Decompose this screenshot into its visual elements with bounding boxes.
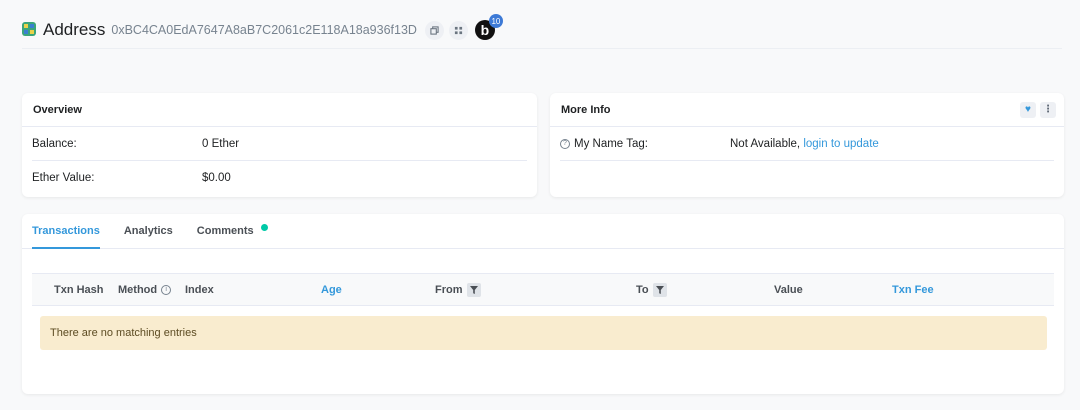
empty-row — [560, 161, 1054, 195]
col-txn-fee-label: Txn Fee — [892, 283, 934, 296]
from-filter-button[interactable] — [466, 282, 481, 297]
tab-transactions[interactable]: Transactions — [32, 214, 100, 249]
new-comments-dot — [260, 223, 268, 231]
name-tag-label-wrap: ? My Name Tag: — [560, 138, 730, 150]
ether-value-value: $0.00 — [202, 172, 231, 184]
info-icon[interactable]: i — [161, 284, 172, 295]
name-tag-value: Not Available, — [730, 137, 801, 150]
empty-table-notice: There are no matching entries — [40, 316, 1047, 350]
tab-comments[interactable]: Comments — [197, 214, 268, 248]
help-icon[interactable]: ? — [560, 138, 570, 149]
name-tag-row: ? My Name Tag: Not Available, login to u… — [560, 127, 1054, 161]
tab-comments-label: Comments — [196, 225, 254, 237]
tab-bar: Transactions Analytics Comments — [22, 214, 1064, 249]
copy-button[interactable] — [424, 20, 444, 40]
copy-icon — [430, 25, 439, 35]
table-header: Txn Hash Method i Index Age From To Valu… — [32, 273, 1054, 306]
col-age-label: Age — [321, 283, 342, 296]
balance-row: Balance: 0 Ether — [32, 127, 527, 161]
address-hash[interactable]: 0xBC4CA0EdA7647A8aB7C2061c2E118A18a936f1… — [111, 23, 417, 37]
empty-table-message: There are no matching entries — [50, 327, 197, 339]
col-from-label: From — [435, 283, 463, 296]
col-method: Method i — [118, 274, 172, 305]
more-info-title: More Info — [561, 103, 611, 116]
col-to-label: To — [636, 283, 649, 296]
heart-icon: ♥ — [1025, 104, 1031, 115]
tab-transactions-label: Transactions — [32, 225, 100, 237]
more-info-card: More Info ♥ ⋮ ? My Name Tag: Not Availab… — [550, 93, 1064, 197]
to-filter-button[interactable] — [652, 282, 667, 297]
col-index-label: Index — [185, 283, 214, 296]
name-tag-label: My Name Tag: — [574, 137, 648, 150]
page-title: Address — [43, 20, 106, 39]
ether-value-row: Ether Value: $0.00 — [32, 161, 527, 195]
qr-code-icon — [454, 26, 463, 34]
more-info-actions: ♥ ⋮ — [1020, 101, 1056, 118]
col-value: Value — [774, 274, 803, 305]
transactions-card: Transactions Analytics Comments Txn Hash… — [22, 214, 1064, 394]
identicon-icon — [22, 22, 36, 36]
qr-code-button[interactable] — [448, 20, 468, 40]
tab-analytics-label: Analytics — [123, 225, 173, 237]
col-method-label: Method — [118, 283, 158, 296]
address-header: Address 0xBC4CA0EdA7647A8aB7C2061c2E118A… — [22, 12, 1062, 48]
vertical-dots-icon: ⋮ — [1043, 104, 1053, 115]
col-txn-hash-label: Txn Hash — [54, 283, 104, 296]
notification-badge: 10 — [488, 14, 503, 28]
balance-label: Balance: — [32, 137, 77, 150]
more-info-header: More Info ♥ ⋮ — [550, 93, 1064, 127]
ether-value-label: Ether Value: — [32, 172, 95, 184]
more-options-button[interactable]: ⋮ — [1040, 101, 1056, 118]
overview-title: Overview — [22, 93, 537, 127]
col-txn-hash: Txn Hash — [54, 274, 104, 305]
header-divider — [22, 48, 1062, 49]
favorite-button[interactable]: ♥ — [1020, 101, 1036, 118]
blockscan-chat-button[interactable]: b 10 — [474, 14, 503, 40]
filter-icon — [655, 285, 664, 294]
address-page: Address 0xBC4CA0EdA7647A8aB7C2061c2E118A… — [0, 0, 1080, 410]
col-age[interactable]: Age — [321, 274, 342, 305]
col-to: To — [636, 274, 667, 305]
overview-card: Overview Balance: 0 Ether Ether Value: $… — [22, 93, 537, 197]
filter-icon — [469, 285, 478, 294]
col-from: From — [435, 274, 481, 305]
col-index: Index — [185, 274, 214, 305]
login-link[interactable]: login to update — [803, 138, 878, 150]
tab-analytics[interactable]: Analytics — [124, 214, 173, 248]
col-txn-fee[interactable]: Txn Fee — [892, 274, 934, 305]
name-tag-value-wrap: Not Available, login to update — [730, 138, 879, 150]
blockscan-logo-icon: b — [480, 22, 490, 38]
col-value-label: Value — [774, 283, 803, 296]
balance-value: 0 Ether — [202, 137, 240, 150]
